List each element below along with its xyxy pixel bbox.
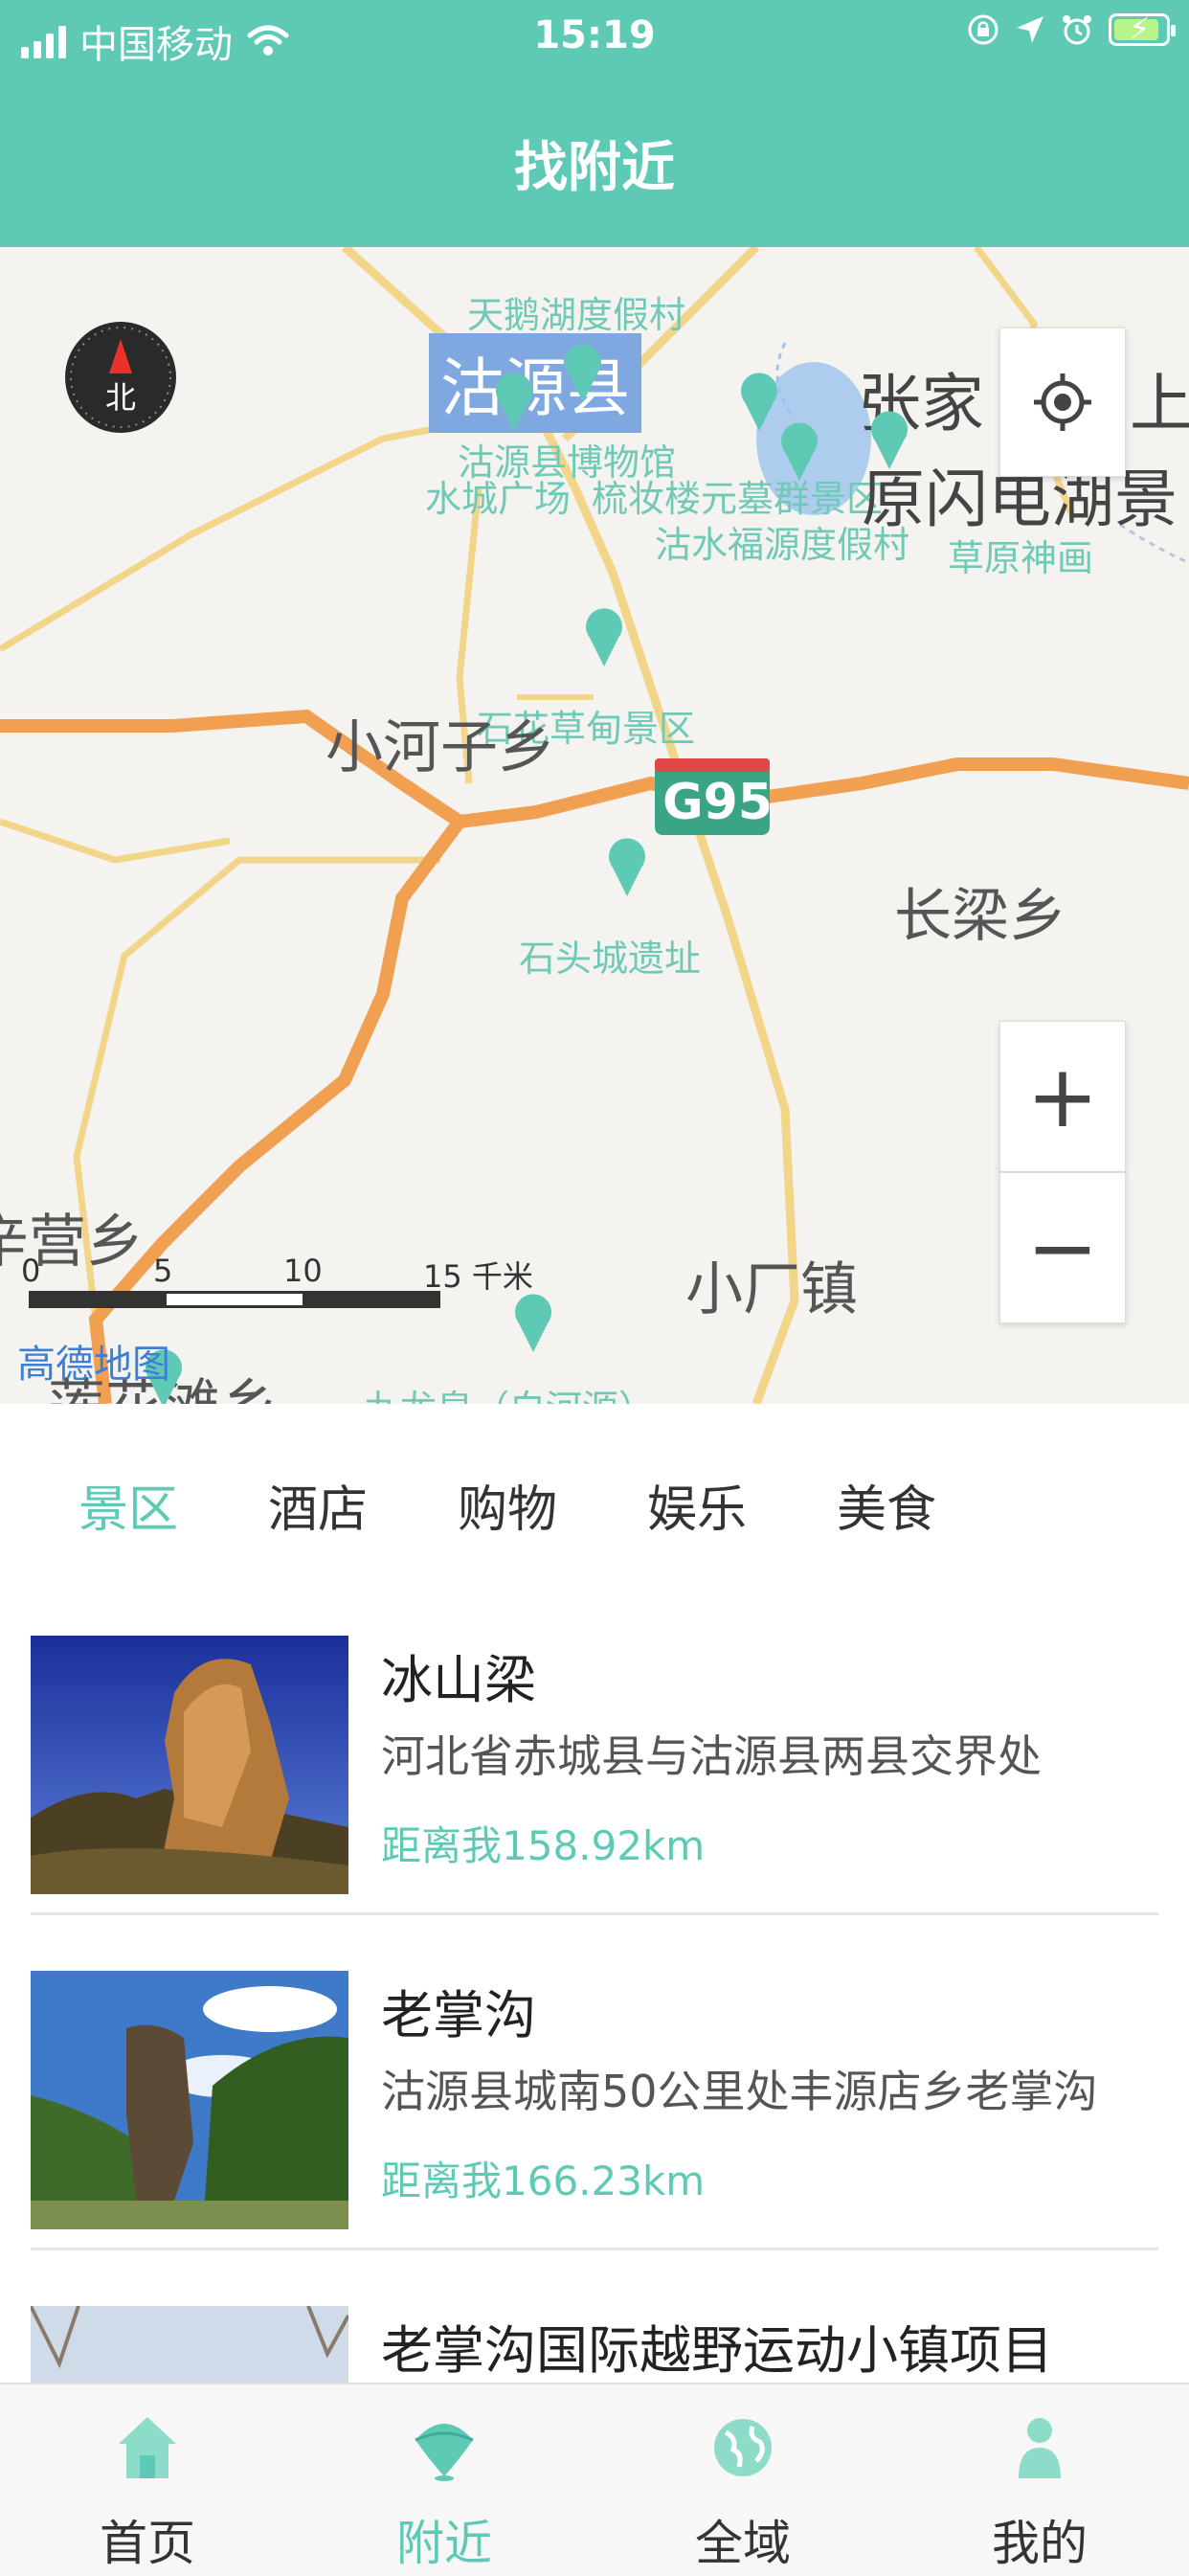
map-view[interactable]: 天鹅湖度假村 沽源县 张家 上 沽源县博物馆 水城广场 梳妆楼元墓群景区 原闪电… [0,247,1189,1404]
tab-food[interactable]: 美食 [837,1469,936,1541]
nav-global[interactable]: 全域 [647,2384,839,2576]
map-pin[interactable] [563,343,603,402]
alarm-icon [1063,15,1091,45]
map-label-xiaochang: 小厂镇 [685,1256,858,1323]
tab-hotel[interactable]: 酒店 [268,1469,368,1541]
nav-nearby[interactable]: 附近 [348,2384,540,2576]
scenic-name: 老掌沟国际越野运动小镇项目 [381,2320,1053,2381]
globe-icon [714,2419,772,2476]
scenic-name: 老掌沟 [381,1985,536,2045]
scenic-address: 沽源县城南50公里处丰源店乡老掌沟 [381,2066,1098,2117]
scale-bar [29,1291,440,1308]
category-tabs: 景区 酒店 购物 娱乐 美食 [0,1408,1189,1580]
scenic-name: 冰山梁 [381,1650,536,1710]
tab-scenic[interactable]: 景区 [79,1469,178,1541]
profile-icon [1019,2418,1061,2478]
list-item[interactable]: 冰山梁 河北省赤城县与沽源县两县交界处 距离我158.92km [31,1580,1158,1915]
zoom-in-button[interactable]: + [999,1021,1126,1172]
g95-highway-label: G95 [662,774,774,831]
home-icon [119,2417,176,2478]
nav-profile[interactable]: 我的 [944,2384,1135,2576]
bottom-nav: 首页 附近 全域 我的 [0,2383,1189,2576]
battery-icon: ⚡ [1109,11,1176,47]
map-label-xiaohezi: 小河子乡 [325,714,555,781]
map-label-shang: 上 [1130,367,1189,441]
list-item[interactable]: 老掌沟国际越野运动小镇项目 [31,2250,1158,2383]
scenic-thumbnail [31,1636,348,1894]
scale-tick-15: 15 千米 [423,1258,533,1295]
map-label-guyuan-county[interactable]: 沽源县 [429,333,641,433]
map-pin[interactable] [584,607,624,667]
map-pin[interactable] [607,837,647,896]
scale-tick-10: 10 [283,1253,323,1289]
location-arrow-icon [1017,16,1043,43]
map-pin[interactable] [739,372,779,431]
scenic-thumbnail [31,2306,348,2383]
map-label-jiulong[interactable]: 九龙泉（白河源） [364,1379,655,1404]
nearby-icon [415,2424,474,2481]
map-pin[interactable] [494,372,534,431]
scenic-distance: 距离我158.92km [381,1822,706,1869]
tab-entertainment[interactable]: 娱乐 [647,1469,747,1541]
map-scale: 0 5 10 15 千米 [21,1253,565,1308]
scale-tick-5: 5 [153,1253,173,1289]
nav-profile-label: 我的 [992,2516,1088,2571]
nav-global-label: 全域 [695,2516,791,2571]
list-item[interactable]: 老掌沟 沽源县城南50公里处丰源店乡老掌沟 距离我166.23km [31,1915,1158,2250]
map-label-shuicheng[interactable]: 水城广场 [425,469,571,522]
orientation-lock-icon [968,14,998,45]
scenic-thumbnail [31,1971,348,2229]
scale-tick-0: 0 [21,1253,41,1289]
map-label-liushulou[interactable]: 梳妆楼元墓群景区 [592,469,883,522]
scenic-address: 河北省赤城县与沽源县两县交界处 [381,1730,1042,1782]
status-right: ⚡ [967,11,1176,47]
compass-label: 北 [105,379,136,416]
map-label-caoyuan[interactable]: 草原神画 [948,529,1093,581]
scenic-distance: 距离我166.23km [381,2158,706,2204]
nav-home[interactable]: 首页 [52,2384,243,2576]
map-pin[interactable] [779,421,819,481]
nav-home-label: 首页 [100,2516,195,2571]
map-label-shitoucheng[interactable]: 石头城遗址 [519,929,701,982]
tab-shopping[interactable]: 购物 [458,1469,557,1541]
map-label-changliang: 长梁乡 [894,883,1066,950]
amap-logo: 高德地图 [17,1343,170,1387]
compass-icon[interactable]: 北 [63,320,178,435]
map-pin[interactable] [869,410,909,469]
page-title: 找附近 [514,137,675,199]
nav-nearby-label: 附近 [396,2516,492,2571]
map-label-gushui[interactable]: 沽水福源度假村 [655,515,909,568]
locate-button[interactable] [999,328,1126,477]
zoom-out-button[interactable]: − [999,1172,1126,1323]
scenic-list: 冰山梁 河北省赤城县与沽源县两县交界处 距离我158.92km 老掌沟 沽源县城… [0,1580,1189,2383]
app-header: 中国移动 15:19 ⚡ 找附近 [0,0,1189,247]
status-bar: 中国移动 15:19 ⚡ [0,0,1189,77]
map-label-tianehu[interactable]: 天鹅湖度假村 [467,285,685,338]
locate-icon [1034,373,1091,431]
